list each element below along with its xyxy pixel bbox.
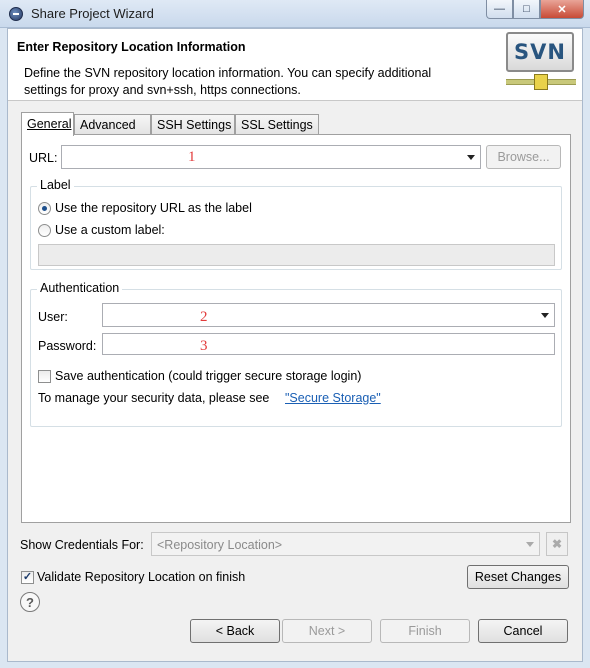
general-panel: URL: 1 Browse... Label Use the repositor… <box>21 134 571 523</box>
credentials-combo[interactable]: <Repository Location> <box>151 532 540 556</box>
window-title: Share Project Wizard <box>31 6 154 21</box>
page-description: Define the SVN repository location infor… <box>24 66 432 97</box>
radio-use-url[interactable] <box>38 202 51 215</box>
custom-label-input[interactable] <box>38 244 555 266</box>
url-combo[interactable] <box>61 145 481 169</box>
chevron-down-icon[interactable] <box>541 313 549 318</box>
close-icon[interactable]: ✕ <box>540 0 584 19</box>
validate-location-checkbox[interactable]: ✓ <box>21 571 34 584</box>
finish-button[interactable]: Finish <box>380 619 470 643</box>
svn-logo: SVN <box>506 32 576 94</box>
help-icon[interactable]: ? <box>20 592 40 612</box>
label-group: Label Use the repository URL as the labe… <box>30 178 562 270</box>
secure-storage-link[interactable]: "Secure Storage" <box>285 391 381 405</box>
cancel-button[interactable]: Cancel <box>478 619 568 643</box>
maximize-icon[interactable]: □ <box>513 0 540 19</box>
wizard-dialog: Enter Repository Location Information De… <box>7 28 583 662</box>
delete-credentials-icon[interactable]: ✖ <box>546 532 568 556</box>
wizard-header: Enter Repository Location Information De… <box>8 29 582 101</box>
window-controls: — □ ✕ <box>486 0 584 20</box>
validate-location-label[interactable]: Validate Repository Location on finish <box>37 570 245 584</box>
manage-security-text: To manage your security data, please see <box>38 391 270 405</box>
authentication-group-title: Authentication <box>37 281 123 295</box>
radio-custom-label[interactable] <box>38 224 51 237</box>
chevron-down-icon[interactable] <box>526 542 534 547</box>
password-field[interactable] <box>102 333 555 355</box>
user-combo[interactable] <box>102 303 555 327</box>
label-group-title: Label <box>37 178 74 192</box>
tab-general[interactable]: General <box>21 112 74 136</box>
browse-button[interactable]: Browse... <box>486 145 561 169</box>
reset-changes-button[interactable]: Reset Changes <box>467 565 569 589</box>
annotation-number-2: 2 <box>200 309 208 325</box>
show-credentials-label: Show Credentials For: <box>20 538 144 552</box>
svn-logo-text: SVN <box>506 32 574 72</box>
user-label: User: <box>38 310 68 324</box>
tab-general-label: General <box>27 117 72 131</box>
authentication-group: Authentication User: 2 Password: 3 Save … <box>30 281 562 427</box>
eclipse-icon <box>9 7 23 21</box>
save-authentication-checkbox[interactable] <box>38 370 51 383</box>
svn-logo-lock <box>534 74 548 90</box>
save-authentication-label[interactable]: Save authentication (could trigger secur… <box>55 369 361 383</box>
radio-custom-label-text[interactable]: Use a custom label: <box>55 223 165 237</box>
annotation-number-3: 3 <box>200 338 208 354</box>
url-label: URL: <box>29 151 58 165</box>
page-title: Enter Repository Location Information <box>17 40 246 54</box>
credentials-combo-value: <Repository Location> <box>157 538 283 552</box>
radio-use-url-label[interactable]: Use the repository URL as the label <box>55 201 252 215</box>
annotation-number-1: 1 <box>188 149 196 165</box>
back-button[interactable]: < Back <box>190 619 280 643</box>
minimize-icon[interactable]: — <box>486 0 513 19</box>
tab-ssl-settings[interactable]: SSL Settings <box>235 114 319 135</box>
chevron-down-icon[interactable] <box>467 155 475 160</box>
tab-advanced[interactable]: Advanced <box>74 114 151 135</box>
tab-ssh-label: SSH Settings <box>157 118 232 132</box>
tab-advanced-label: Advanced <box>80 118 136 132</box>
tab-ssl-label: SSL Settings <box>241 118 313 132</box>
password-label: Password: <box>38 339 97 353</box>
next-button[interactable]: Next > <box>282 619 372 643</box>
window-titlebar[interactable]: Share Project Wizard — □ ✕ <box>0 0 590 28</box>
tab-ssh-settings[interactable]: SSH Settings <box>151 114 235 135</box>
